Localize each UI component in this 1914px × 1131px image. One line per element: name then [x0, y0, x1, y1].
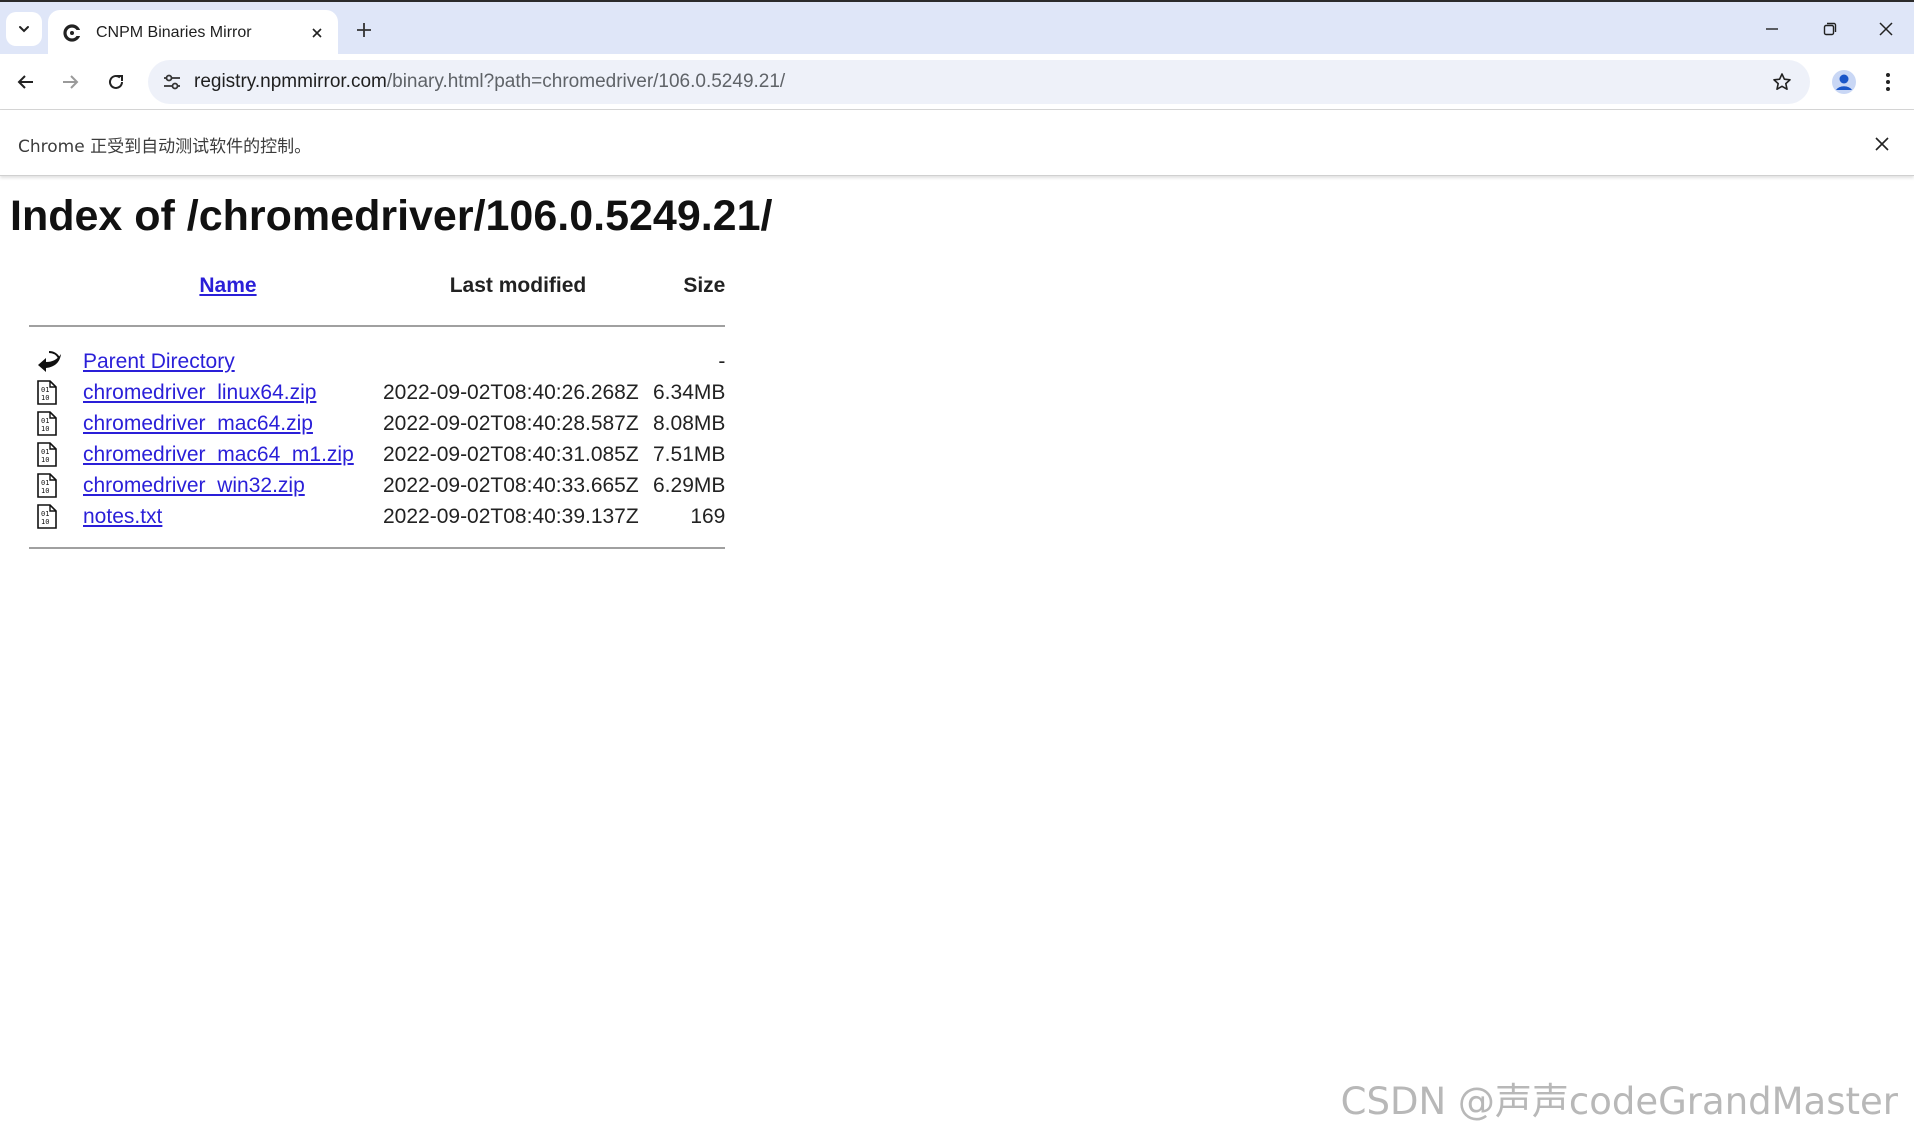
- binary-file-icon: 01 10: [29, 377, 83, 408]
- file-link[interactable]: chromedriver_mac64.zip: [83, 412, 313, 435]
- more-vert-icon: [1886, 73, 1890, 91]
- size-cell: -: [718, 349, 726, 373]
- automation-infobar: Chrome 正受到自动测试软件的控制。: [0, 110, 1914, 176]
- new-tab-button[interactable]: [350, 16, 378, 44]
- profile-button[interactable]: [1828, 66, 1860, 98]
- arrow-right-icon: [63, 75, 79, 89]
- close-window-button[interactable]: [1866, 10, 1906, 48]
- size-cell: 8.08MB: [653, 411, 726, 435]
- restore-button[interactable]: [1810, 10, 1850, 48]
- svg-text:10: 10: [41, 456, 49, 464]
- name-column-header: Name: [83, 266, 383, 306]
- table-row: 01 10 chromedriver_mac64.zip 2022-09-02T0…: [29, 408, 725, 439]
- active-tab[interactable]: CNPM Binaries Mirror: [48, 10, 338, 56]
- infobar-close-icon[interactable]: [1868, 130, 1896, 158]
- listing-header-row: Name Last modified Size: [29, 266, 725, 306]
- csdn-watermark: CSDN @声声codeGrandMaster: [1340, 1080, 1898, 1123]
- back-icon: [29, 346, 83, 377]
- back-button[interactable]: [8, 64, 44, 100]
- binary-file-icon: 01 10: [29, 439, 83, 470]
- modified-cell: 2022-09-02T08:40:33.665Z: [383, 473, 639, 497]
- icon-column-header: [29, 266, 83, 306]
- svg-text:01: 01: [41, 386, 49, 394]
- modified-cell: 2022-09-02T08:40:26.268Z: [383, 380, 639, 404]
- binary-file-icon: 01 10: [29, 408, 83, 439]
- address-bar[interactable]: registry.npmmirror.com/binary.html?path=…: [148, 60, 1810, 104]
- close-icon: [1879, 22, 1893, 36]
- size-cell: 6.29MB: [653, 473, 726, 497]
- url-text[interactable]: registry.npmmirror.com/binary.html?path=…: [194, 71, 785, 93]
- site-info-icon[interactable]: [158, 68, 186, 96]
- table-row-parent-directory: Parent Directory -: [29, 346, 725, 377]
- forward-button[interactable]: [52, 64, 88, 100]
- svg-text:10: 10: [41, 518, 49, 526]
- reload-icon: [109, 74, 123, 89]
- file-link[interactable]: chromedriver_mac64_m1.zip: [83, 443, 354, 466]
- size-cell: 169: [690, 504, 726, 528]
- tab-close-icon[interactable]: [306, 22, 328, 44]
- size-cell: 6.34MB: [653, 380, 726, 404]
- file-link[interactable]: notes.txt: [83, 505, 162, 528]
- binary-file-icon: 01 10: [29, 501, 83, 532]
- plus-icon: [357, 23, 371, 37]
- chevron-down-icon: [19, 26, 29, 33]
- table-row: 01 10 chromedriver_win32.zip 2022-09-02T0…: [29, 470, 725, 501]
- browser-toolbar: registry.npmmirror.com/binary.html?path=…: [0, 54, 1914, 110]
- arrow-left-icon: [17, 75, 33, 89]
- footer-divider: [29, 532, 726, 563]
- tab-strip: CNPM Binaries Mirror: [0, 0, 1914, 56]
- svg-text:10: 10: [41, 425, 49, 433]
- table-row: 01 10 chromedriver_linux64.zip 2022-09-02…: [29, 377, 725, 408]
- file-link[interactable]: chromedriver_win32.zip: [83, 474, 305, 497]
- page-title: Index of /chromedriver/106.0.5249.21/: [10, 192, 773, 240]
- infobar-message: Chrome 正受到自动测试软件的控制。: [18, 137, 312, 157]
- size-cell: 7.51MB: [653, 442, 726, 466]
- url-path: /binary.html?path=chromedriver/106.0.524…: [386, 71, 786, 92]
- bookmark-star-icon[interactable]: [1768, 68, 1796, 96]
- sort-by-name-link[interactable]: Name: [199, 274, 256, 297]
- modified-cell: 2022-09-02T08:40:31.085Z: [383, 442, 639, 466]
- table-row: 01 10 notes.txt 2022-09-02T08:40:39.137Z …: [29, 501, 725, 532]
- chrome-menu-button[interactable]: [1874, 66, 1902, 98]
- directory-listing: Name Last modified Size Parent Directory…: [29, 266, 726, 563]
- svg-text:10: 10: [41, 487, 49, 495]
- cnpm-favicon-icon: [62, 23, 82, 43]
- svg-text:01: 01: [41, 510, 49, 518]
- svg-text:01: 01: [41, 448, 49, 456]
- tab-title: CNPM Binaries Mirror: [96, 24, 252, 41]
- svg-text:01: 01: [41, 417, 49, 425]
- svg-text:01: 01: [41, 479, 49, 487]
- tab-search-button[interactable]: [6, 12, 42, 46]
- avatar-icon: [1832, 70, 1856, 94]
- binary-file-icon: 01 10: [29, 470, 83, 501]
- minimize-icon: [1766, 28, 1778, 30]
- reload-button[interactable]: [98, 64, 134, 100]
- url-host: registry.npmmirror.com: [194, 71, 387, 92]
- size-column-header: Size: [683, 274, 726, 297]
- modified-cell: 2022-09-02T08:40:39.137Z: [383, 504, 639, 528]
- header-divider: [29, 306, 726, 346]
- restore-icon: [1823, 22, 1837, 36]
- modified-cell: [383, 346, 653, 377]
- modified-cell: 2022-09-02T08:40:28.587Z: [383, 411, 639, 435]
- table-row: 01 10 chromedriver_mac64_m1.zip 2022-09-0…: [29, 439, 725, 470]
- file-link[interactable]: chromedriver_linux64.zip: [83, 381, 316, 404]
- page-content: Index of /chromedriver/106.0.5249.21/ Na…: [10, 176, 1900, 1131]
- modified-column-header: Last modified: [449, 274, 587, 297]
- file-link[interactable]: Parent Directory: [83, 350, 235, 373]
- svg-text:10: 10: [41, 394, 49, 402]
- minimize-button[interactable]: [1752, 10, 1792, 48]
